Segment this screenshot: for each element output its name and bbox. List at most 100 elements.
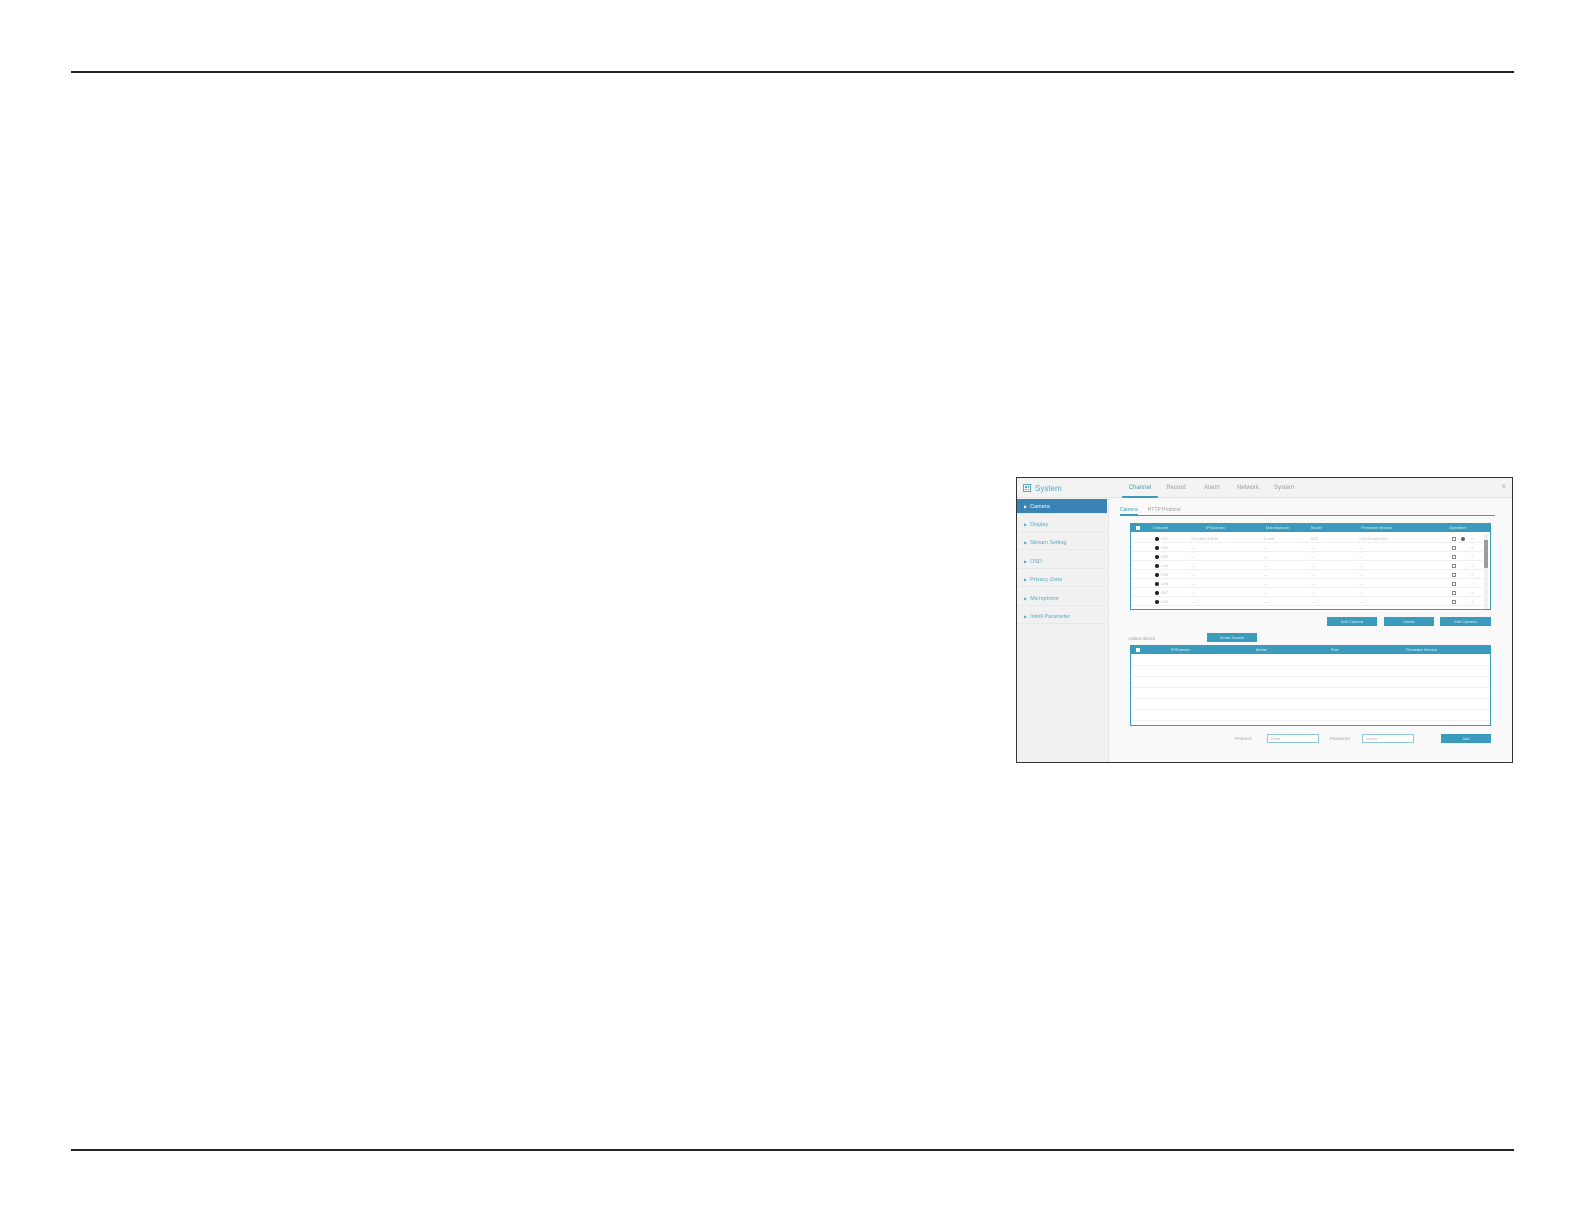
sidebar-item-privacy-zone[interactable]: ▶ Privacy Zone (1017, 572, 1107, 587)
channel-cell: CH8 (1161, 600, 1169, 604)
app-title: System (1035, 483, 1062, 493)
firmware-cell: — (1359, 573, 1363, 577)
select-all-checkbox[interactable] (1136, 526, 1140, 530)
arrow-right-icon: ▶ (1024, 522, 1028, 527)
add-camera-button[interactable]: Add Camera (1327, 617, 1377, 626)
table-row[interactable]: CH6 — — — — × (1131, 580, 1483, 588)
channel-cell: CH1 (1161, 537, 1169, 541)
protocol-label: Protocol (1235, 736, 1252, 741)
select-all-checkbox[interactable] (1136, 648, 1140, 652)
main-content: Camera HTTP Protocol Channel IP/Domain M… (1110, 499, 1511, 762)
sidebar-item-microphone[interactable]: ▶ Microphone (1017, 591, 1107, 606)
model-cell: DCS (1311, 537, 1319, 541)
arrow-right-icon: ▶ (1024, 614, 1028, 619)
column-header: Firmware Version (1406, 647, 1438, 652)
tab-record[interactable]: Record (1158, 478, 1194, 498)
sidebar-item-intelli-parameter[interactable]: ▶ Intelli Parameter (1017, 609, 1107, 624)
delete-button[interactable]: Delete (1384, 617, 1434, 626)
table-row[interactable]: CH1 192.168.0.100:80 D-Link DCS 1.00.00 … (1131, 535, 1483, 543)
arrow-right-icon: ▶ (1024, 596, 1028, 601)
table-row[interactable]: CH5 — — — — × (1131, 571, 1483, 579)
model-cell: — (1311, 573, 1315, 577)
arrow-right-icon: ▶ (1024, 540, 1028, 545)
sidebar-item-label: Intelli Parameter (1030, 614, 1071, 620)
firmware-cell: — (1359, 591, 1363, 595)
manufacturer-cell: — (1264, 582, 1268, 586)
sidebar-item-osd[interactable]: ▶ OSD (1017, 554, 1107, 569)
firmware-cell: — (1359, 546, 1363, 550)
edit-icon[interactable] (1452, 582, 1456, 586)
close-icon[interactable]: × (1501, 483, 1506, 491)
password-field[interactable]: •••••••• (1362, 734, 1414, 743)
add-button[interactable]: Add (1441, 734, 1491, 743)
sidebar-item-stream-setting[interactable]: ▶ Stream Setting (1017, 535, 1107, 550)
table-row[interactable]: CH2 — — — — × (1131, 544, 1483, 552)
channel-cell: CH7 (1161, 591, 1169, 595)
ip-cell: — (1191, 564, 1195, 568)
tab-alarm[interactable]: Alarm (1194, 478, 1230, 498)
camera-status-icon (1155, 582, 1159, 586)
ip-cell: 192.168.0.100:80 (1191, 537, 1219, 541)
table-row[interactable]: CH3 — — — — × (1131, 553, 1483, 561)
camera-table: Channel IP/Domain Manufacturer Model Fir… (1130, 523, 1491, 610)
arrow-right-icon: ▶ (1024, 559, 1028, 564)
sidebar-item-label: Privacy Zone (1030, 577, 1063, 583)
edit-icon[interactable] (1452, 537, 1456, 541)
manufacturer-cell: — (1264, 546, 1268, 550)
channel-cell: CH6 (1161, 582, 1169, 586)
ip-cell: — (1191, 591, 1195, 595)
manual-page: System Channel Record Alarm Network Syst… (0, 0, 1585, 1225)
settings-icon[interactable] (1461, 537, 1465, 541)
camera-status-icon (1155, 573, 1159, 577)
delete-icon[interactable]: × (1471, 591, 1473, 595)
row-divider (1131, 720, 1490, 721)
scrollbar-thumb[interactable] (1484, 540, 1488, 568)
edit-icon[interactable] (1452, 555, 1456, 559)
tab-http-protocol[interactable]: HTTP Protocol (1148, 506, 1181, 515)
sidebar-item-display[interactable]: ▶ Display (1017, 517, 1107, 532)
delete-icon[interactable]: × (1471, 573, 1473, 577)
camera-status-icon (1155, 546, 1159, 550)
smart-search-button[interactable]: Smart Search (1207, 633, 1257, 642)
arrow-right-icon: ▶ (1024, 577, 1028, 582)
edit-icon[interactable] (1452, 546, 1456, 550)
delete-icon[interactable]: × (1471, 537, 1473, 541)
edit-icon[interactable] (1452, 591, 1456, 595)
edit-camera-button[interactable]: Edit Camera (1440, 617, 1491, 626)
device-table: IP/Domain Model Port Firmware Version (1130, 645, 1491, 726)
delete-icon[interactable]: × (1471, 555, 1473, 559)
edit-icon[interactable] (1452, 600, 1456, 604)
manufacturer-cell: D-Link (1264, 537, 1275, 541)
tab-channel[interactable]: Channel (1122, 478, 1158, 498)
model-cell: — (1311, 555, 1315, 559)
tab-network[interactable]: Network (1230, 478, 1266, 498)
table-row[interactable]: CH4 — — — — × (1131, 562, 1483, 570)
device-table-header: IP/Domain Model Port Firmware Version (1131, 646, 1490, 654)
delete-icon[interactable]: × (1471, 600, 1473, 604)
camera-status-icon (1155, 555, 1159, 559)
tab-system[interactable]: System (1266, 478, 1302, 498)
table-row[interactable]: CH8 — — — — × (1131, 598, 1483, 606)
delete-icon[interactable]: × (1471, 582, 1473, 586)
column-header: IP/Domain (1171, 647, 1190, 652)
delete-icon[interactable]: × (1471, 546, 1473, 550)
firmware-cell: — (1359, 600, 1363, 604)
sidebar-item-label: OSD (1030, 559, 1042, 565)
table-row[interactable]: CH7 — — — — × (1131, 589, 1483, 597)
channel-cell: CH3 (1161, 555, 1169, 559)
model-cell: — (1311, 591, 1315, 595)
camera-status-icon (1155, 537, 1159, 541)
row-divider (1131, 709, 1490, 710)
table-scrollbar[interactable] (1484, 534, 1488, 609)
firmware-cell: — (1359, 582, 1363, 586)
sidebar-item-label: Display (1030, 522, 1049, 528)
sidebar-item-label: Stream Setting (1030, 540, 1067, 546)
protocol-select[interactable]: Onvif (1267, 734, 1319, 743)
edit-icon[interactable] (1452, 564, 1456, 568)
tab-camera[interactable]: Camera (1120, 506, 1138, 515)
ip-cell: — (1191, 600, 1195, 604)
manufacturer-cell: — (1264, 564, 1268, 568)
delete-icon[interactable]: × (1471, 564, 1473, 568)
edit-icon[interactable] (1452, 573, 1456, 577)
sidebar-item-camera[interactable]: ▶ Camera (1017, 499, 1107, 514)
